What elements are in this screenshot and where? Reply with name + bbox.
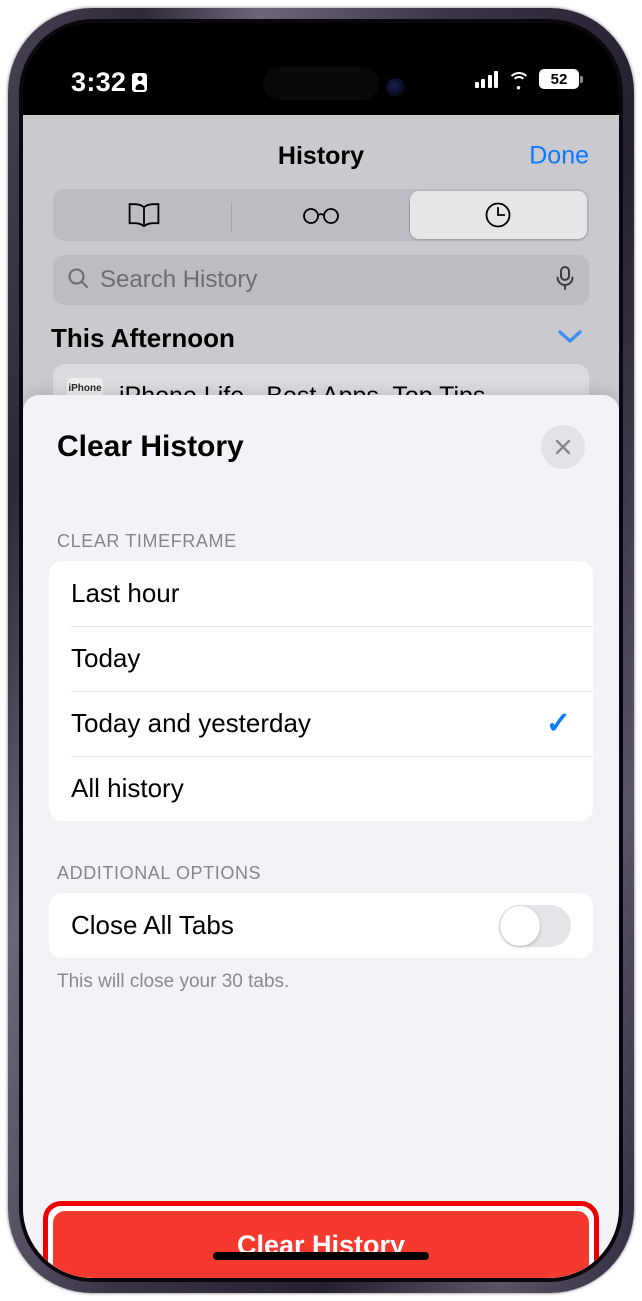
footer-note: This will close your 30 tabs. — [57, 971, 290, 992]
dynamic-island — [263, 67, 379, 100]
option-label: Today and yesterday — [71, 708, 311, 738]
timeframe-option-today-and-yesterday[interactable]: Today and yesterday ✓ — [49, 691, 593, 756]
segment-reading-list[interactable] — [232, 191, 410, 239]
history-section-header[interactable]: This Afternoon — [45, 305, 597, 364]
panel-header: History Done — [45, 123, 597, 189]
chevron-down-icon[interactable] — [557, 328, 583, 349]
clear-history-annotation: Clear History — [43, 1201, 599, 1278]
timeframe-option-all-history[interactable]: All history — [49, 756, 593, 821]
front-camera-icon — [386, 78, 405, 97]
clear-timeframe-label: CLEAR TIMEFRAME — [57, 531, 237, 551]
option-label: Today — [71, 643, 141, 673]
clear-history-sheet: Clear History CLEAR TIMEFRAME Last hour … — [23, 395, 619, 1278]
close-all-tabs-label: Close All Tabs — [71, 910, 234, 940]
wifi-icon — [507, 71, 530, 88]
status-bar: 3:32 52 — [23, 23, 619, 115]
segmented-control[interactable] — [53, 189, 589, 241]
phone-frame: History Done Search History This Afterno… — [8, 8, 634, 1293]
additional-options-label: ADDITIONAL OPTIONS — [57, 863, 262, 883]
clear-history-button[interactable]: Clear History — [53, 1211, 589, 1278]
contact-badge-icon — [132, 73, 148, 92]
segment-history[interactable] — [409, 191, 587, 239]
toggle-knob — [500, 905, 540, 946]
sheet-title: Clear History — [57, 430, 244, 463]
glasses-icon — [301, 205, 341, 225]
section-title: This Afternoon — [51, 323, 235, 353]
microphone-icon[interactable] — [555, 265, 575, 296]
battery-icon: 52 — [539, 69, 583, 89]
additional-options-group: Close All Tabs — [49, 893, 593, 958]
search-icon — [67, 267, 89, 294]
status-indicators: 52 — [474, 69, 583, 89]
phone-bezel: History Done Search History This Afterno… — [19, 19, 623, 1282]
option-label: All history — [71, 773, 184, 803]
segment-bookmarks[interactable] — [55, 191, 233, 239]
timeframe-options-group: Last hour Today Today and yesterday ✓ Al… — [49, 561, 593, 821]
cellular-signal-icon — [474, 70, 498, 88]
search-input[interactable]: Search History — [53, 255, 589, 305]
done-button[interactable]: Done — [529, 142, 589, 171]
checkmark-icon: ✓ — [545, 706, 571, 740]
status-time: 3:32 — [71, 67, 127, 97]
page-title: History — [277, 141, 365, 170]
search-placeholder: Search History — [100, 266, 258, 293]
sheet-header: Clear History — [23, 395, 619, 469]
home-indicator[interactable] — [213, 1252, 429, 1260]
clock-icon — [484, 201, 512, 229]
timeframe-option-today[interactable]: Today — [49, 626, 593, 691]
favicon-top-text: iPhone — [68, 382, 102, 394]
close-icon[interactable] — [541, 425, 585, 469]
battery-level: 52 — [550, 70, 568, 88]
close-all-tabs-row[interactable]: Close All Tabs — [49, 893, 593, 958]
option-label: Last hour — [71, 578, 180, 608]
status-time-group: 3:32 — [71, 67, 148, 97]
timeframe-option-last-hour[interactable]: Last hour — [49, 561, 593, 626]
phone-screen: History Done Search History This Afterno… — [23, 23, 619, 1278]
close-all-tabs-toggle[interactable] — [499, 904, 571, 947]
book-icon — [127, 202, 161, 228]
